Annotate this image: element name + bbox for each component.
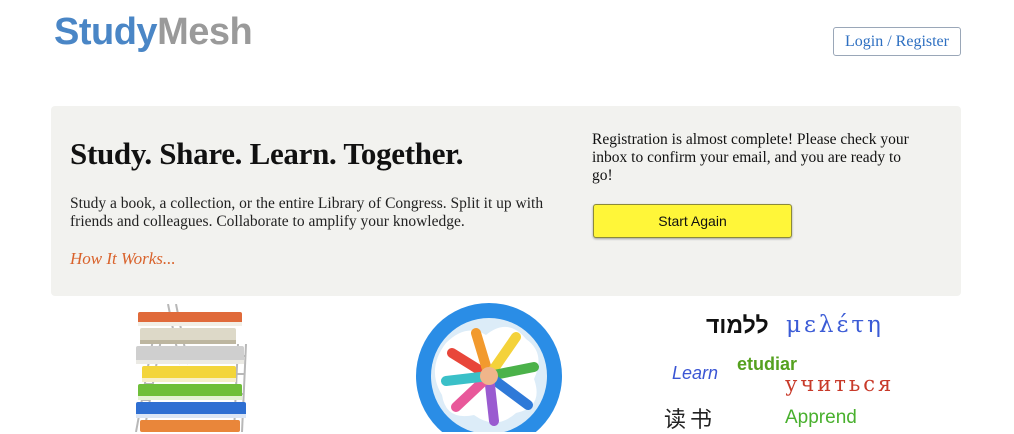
start-again-button[interactable]: Start Again xyxy=(593,204,792,238)
word-russian: учиться xyxy=(785,372,895,396)
book-stack-image xyxy=(135,304,247,432)
word-greek: μελέτη xyxy=(786,312,884,338)
logo[interactable]: StudyMesh xyxy=(54,10,253,54)
registration-message: Registration is almost complete! Please … xyxy=(592,131,909,184)
logo-mesh-text: Mesh xyxy=(157,11,253,53)
word-learn: Learn xyxy=(672,363,719,383)
hands-circle-image xyxy=(416,303,562,432)
login-register-button[interactable]: Login / Register xyxy=(833,27,961,56)
word-apprend: Apprend xyxy=(785,407,857,428)
hero-panel: Study. Share. Learn. Together. Study a b… xyxy=(51,106,961,296)
how-it-works-link[interactable]: How It Works... xyxy=(70,249,176,269)
word-chinese: 读书 xyxy=(664,408,717,433)
word-hebrew: ללמוד xyxy=(706,312,769,338)
hero-headline: Study. Share. Learn. Together. xyxy=(70,136,464,171)
logo-study-text: Study xyxy=(54,11,158,53)
hero-description: Study a book, a collection, or the entir… xyxy=(70,195,544,230)
